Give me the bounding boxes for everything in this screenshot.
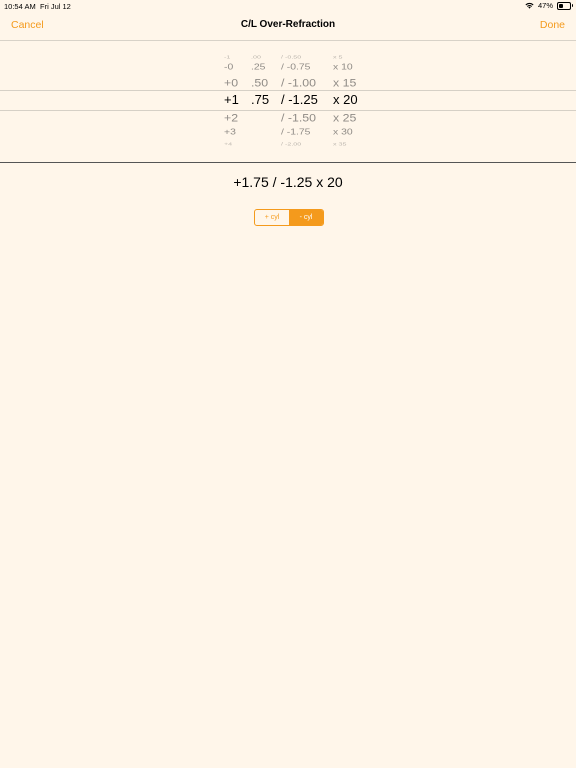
status-date: Fri Jul 12 bbox=[40, 2, 71, 11]
diopter-option[interactable]: +1 bbox=[224, 92, 239, 107]
minus-cyl-segment[interactable]: - cyl bbox=[289, 210, 323, 225]
axis-option[interactable]: x 10 bbox=[333, 63, 353, 71]
axis-option[interactable]: x 15 bbox=[333, 76, 356, 88]
axis-option[interactable]: x 35 bbox=[333, 141, 347, 146]
refraction-result: +1.75 / -1.25 x 20 bbox=[233, 174, 343, 190]
diopter-option[interactable]: +0 bbox=[224, 76, 238, 88]
cylinder-option[interactable]: / -0.50 bbox=[281, 54, 301, 59]
cylinder-option[interactable]: / -1.75 bbox=[281, 128, 310, 136]
fraction-option[interactable]: .75 bbox=[251, 92, 269, 107]
navigation-bar: Cancel C/L Over-Refraction Done bbox=[0, 12, 576, 41]
axis-option[interactable]: x 30 bbox=[333, 128, 353, 136]
diopter-option[interactable]: +4 bbox=[224, 141, 232, 146]
status-right: 47% bbox=[525, 1, 573, 10]
axis-option[interactable]: x 5 bbox=[333, 54, 343, 59]
plus-cyl-segment[interactable]: + cyl bbox=[255, 210, 289, 225]
battery-icon bbox=[557, 1, 573, 10]
cylinder-option[interactable]: / -0.75 bbox=[281, 63, 310, 71]
refraction-picker[interactable]: -1 -0 +0 +1 +2 +3 +4 .00 .25 .50 .75 / -0.50 / -0.… bbox=[0, 40, 576, 163]
page-title: C/L Over-Refraction bbox=[240, 19, 336, 30]
battery-percent: 47% bbox=[537, 1, 553, 10]
fraction-option[interactable]: .00 bbox=[251, 54, 261, 59]
fraction-option[interactable]: .50 bbox=[251, 76, 268, 88]
status-bar: 10:54 AM Fri Jul 12 47% bbox=[0, 0, 576, 12]
cylinder-option[interactable]: / -2.00 bbox=[281, 141, 301, 146]
cylinder-option[interactable]: / -1.00 bbox=[281, 76, 316, 88]
diopter-option[interactable]: -0 bbox=[224, 63, 233, 71]
diopter-option[interactable]: +3 bbox=[224, 128, 236, 136]
fraction-option[interactable]: .25 bbox=[251, 63, 265, 71]
axis-option[interactable]: x 25 bbox=[333, 111, 356, 123]
cylinder-option[interactable]: / -1.25 bbox=[281, 92, 318, 107]
cylinder-sign-segmented-control[interactable]: + cyl - cyl bbox=[254, 209, 324, 226]
battery-fill bbox=[559, 3, 564, 8]
axis-option[interactable]: x 20 bbox=[333, 92, 358, 107]
diopter-option[interactable]: +2 bbox=[224, 111, 238, 123]
wifi-icon bbox=[525, 2, 534, 9]
done-button[interactable]: Done bbox=[540, 19, 565, 31]
cylinder-option[interactable]: / -1.50 bbox=[281, 111, 316, 123]
diopter-option[interactable]: -1 bbox=[224, 54, 230, 59]
status-time: 10:54 AM bbox=[4, 2, 36, 11]
